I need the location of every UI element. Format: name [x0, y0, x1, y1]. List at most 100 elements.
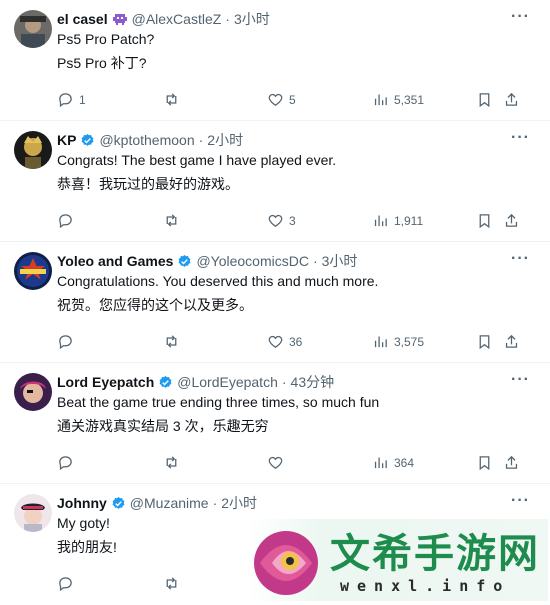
- reply-button[interactable]: [57, 454, 79, 471]
- view-count: 5,351: [394, 92, 425, 107]
- repost-button[interactable]: [163, 575, 180, 592]
- like-button[interactable]: 5: [267, 91, 296, 108]
- reply-icon: [59, 93, 72, 108]
- avatar[interactable]: [14, 252, 52, 290]
- repost-icon: [166, 577, 177, 590]
- reply-item[interactable]: el casel @AlexCastleZ · 3小时 ··· Ps5 Pro …: [0, 0, 550, 121]
- post-time[interactable]: 2小时: [221, 493, 257, 513]
- more-options-icon[interactable]: ···: [511, 130, 530, 146]
- share-button[interactable]: [503, 91, 520, 108]
- avatar[interactable]: [14, 494, 52, 532]
- heart-icon: [268, 214, 283, 227]
- share-button[interactable]: [503, 454, 520, 471]
- reply-text-zh: 恭喜！我玩过的最好的游戏。: [57, 176, 239, 192]
- separator-dot: ·: [212, 495, 218, 511]
- share-button[interactable]: [503, 333, 520, 350]
- user-handle[interactable]: @Muzanime: [130, 495, 209, 511]
- display-name[interactable]: Yoleo and Games: [57, 253, 173, 269]
- more-options-icon[interactable]: ···: [511, 493, 530, 509]
- bookmark-button[interactable]: [476, 333, 493, 350]
- bookmark-button[interactable]: [476, 91, 493, 108]
- post-time[interactable]: 3小时: [234, 9, 270, 29]
- reply-item[interactable]: KP @kptothemoon · 2小时 ··· Congrats! The …: [0, 121, 550, 242]
- separator-dot: ·: [225, 11, 230, 27]
- like-count: 5: [289, 92, 296, 107]
- reply-icon: [59, 214, 72, 229]
- action-bar: 3 1,911: [57, 212, 528, 232]
- avatar[interactable]: [14, 373, 52, 411]
- repost-button[interactable]: [163, 91, 180, 108]
- views-button[interactable]: 364: [372, 454, 414, 471]
- share-icon: [505, 334, 518, 348]
- reply-button[interactable]: 1: [57, 91, 86, 108]
- reply-button[interactable]: [57, 212, 79, 229]
- more-options-icon[interactable]: ···: [511, 251, 530, 267]
- view-count: 3,575: [394, 334, 425, 349]
- user-handle[interactable]: @AlexCastleZ: [132, 11, 222, 27]
- post-time[interactable]: 2小时: [207, 130, 243, 150]
- avatar[interactable]: [14, 10, 52, 48]
- verified-badge-icon: [179, 254, 191, 267]
- reply-text-en: My goty!: [57, 515, 110, 531]
- display-name[interactable]: Johnny: [57, 495, 107, 511]
- user-handle[interactable]: @kptothemoon: [99, 132, 194, 148]
- verified-badge-icon: [82, 133, 94, 146]
- reply-text-en: Ps5 Pro Patch?: [57, 31, 155, 47]
- reply-item[interactable]: Yoleo and Games @YoleocomicsDC · 3小时 ···…: [0, 242, 550, 363]
- bookmark-button[interactable]: [476, 454, 493, 471]
- repost-icon: [166, 93, 177, 106]
- like-button[interactable]: 3: [267, 212, 296, 229]
- reply-icon: [59, 456, 72, 471]
- more-options-icon[interactable]: ···: [511, 372, 530, 388]
- repost-icon: [166, 335, 177, 348]
- watermark-title: 文希手游网: [330, 531, 540, 577]
- more-options-icon[interactable]: ···: [511, 9, 530, 25]
- reply-text-zh: 我的朋友!: [57, 539, 117, 555]
- watermark-subtitle: wenxl.info: [340, 577, 511, 595]
- view-count: 364: [394, 455, 415, 470]
- repost-button[interactable]: [163, 212, 180, 229]
- share-button[interactable]: [503, 212, 520, 229]
- like-button[interactable]: 36: [267, 333, 302, 350]
- user-handle[interactable]: @YoleocomicsDC: [196, 253, 309, 269]
- user-handle[interactable]: @LordEyepatch: [177, 374, 278, 390]
- reply-text-en: Beat the game true ending three times, s…: [57, 394, 380, 410]
- bookmark-icon: [479, 335, 490, 350]
- separator-dot: ·: [198, 132, 204, 148]
- bookmark-icon: [479, 456, 490, 471]
- views-icon: [374, 336, 387, 348]
- separator-dot: ·: [281, 374, 287, 390]
- reply-text-en: Congratulations. You deserved this and m…: [57, 273, 379, 289]
- reply-button[interactable]: [57, 333, 79, 350]
- display-name[interactable]: KP: [57, 132, 76, 148]
- reply-icon: [59, 335, 72, 350]
- like-button[interactable]: [267, 454, 289, 471]
- avatar[interactable]: [14, 131, 52, 169]
- verified-badge-icon: [159, 375, 172, 388]
- views-icon: [374, 457, 387, 469]
- view-count: 1,911: [394, 213, 424, 228]
- post-time[interactable]: 3小时: [322, 251, 358, 271]
- separator-dot: ·: [312, 253, 318, 269]
- views-icon: [374, 94, 387, 106]
- bookmark-icon: [479, 93, 490, 108]
- alien-icon: [112, 11, 128, 27]
- reply-button[interactable]: [57, 575, 79, 592]
- reply-item[interactable]: Lord Eyepatch @LordEyepatch · 43分钟 ··· B…: [0, 363, 550, 484]
- like-count: 3: [289, 213, 296, 228]
- views-button[interactable]: 3,575: [372, 333, 424, 350]
- display-name[interactable]: el casel: [57, 11, 108, 27]
- views-icon: [374, 215, 387, 227]
- reply-count: 1: [79, 92, 86, 107]
- repost-button[interactable]: [163, 333, 180, 350]
- post-time[interactable]: 43分钟: [291, 372, 335, 392]
- repost-button[interactable]: [163, 454, 180, 471]
- bookmark-icon: [479, 214, 490, 229]
- repost-icon: [166, 456, 177, 469]
- heart-icon: [268, 335, 283, 348]
- like-count: 36: [289, 334, 303, 349]
- display-name[interactable]: Lord Eyepatch: [57, 374, 154, 390]
- views-button[interactable]: 1,911: [372, 212, 423, 229]
- views-button[interactable]: 5,351: [372, 91, 424, 108]
- bookmark-button[interactable]: [476, 212, 493, 229]
